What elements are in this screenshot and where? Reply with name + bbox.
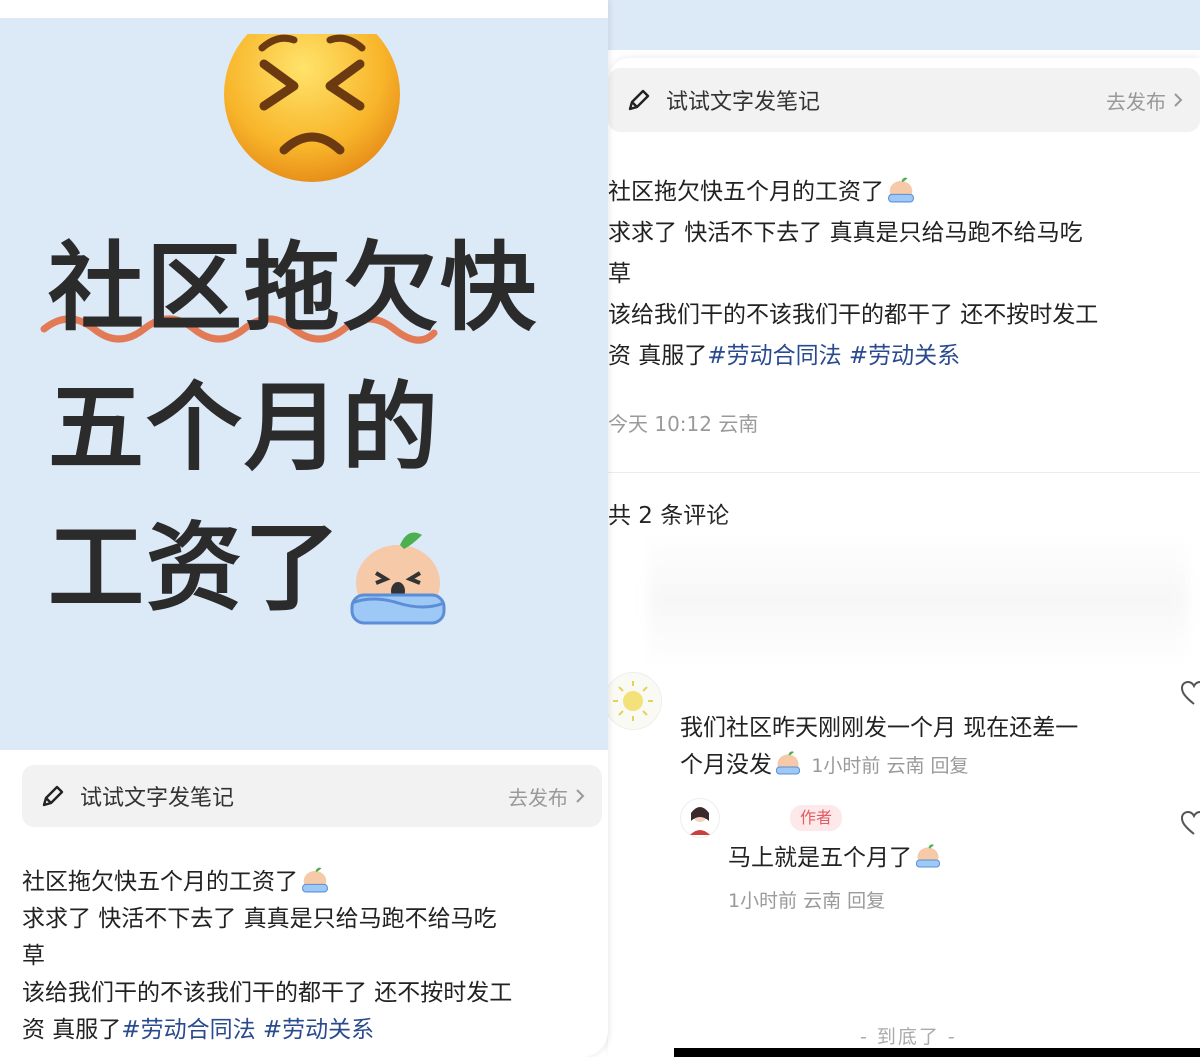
- author-badge: 作者: [790, 805, 843, 831]
- post-line-2: 求求了 快活不下去了 真真是只给马跑不给马吃: [608, 220, 1083, 246]
- bottom-edge: [674, 1048, 1200, 1057]
- crying-cartoon-icon: [916, 844, 940, 868]
- author-comment-body: 马上就是五个月了: [728, 840, 944, 877]
- crying-cartoon-icon: [888, 177, 914, 203]
- end-of-list-marker: - 到底了 -: [860, 1026, 957, 1048]
- persevering-face-icon: [224, 34, 400, 182]
- post-line-4: 该给我们干的不该我们干的都干了 还不按时发工: [608, 302, 1099, 328]
- post-line-1: 社区拖欠快五个月的工资了: [608, 179, 884, 205]
- chevron-right-icon: [576, 789, 585, 803]
- headline-line-1: 社区拖欠快: [48, 232, 538, 344]
- post-body: 社区拖欠快五个月的工资了 求求了 快活不下去了 真真是只给马跑不给马吃 草 该给…: [608, 172, 1098, 377]
- author-avatar[interactable]: [680, 798, 720, 838]
- hashtag-link[interactable]: #劳动关系: [849, 343, 960, 369]
- comment-meta[interactable]: 1小时前 云南 回复: [811, 755, 968, 777]
- left-screenshot-panel: 社区拖欠快 五个月的 工资了 试试文字发笔记 去发布 社区拖欠快五个月的工资了 …: [0, 0, 608, 1057]
- post-line-5: 资 真服了: [22, 1017, 122, 1043]
- author-comment-text: 马上就是五个月了: [728, 845, 912, 871]
- cover-image: 社区拖欠快 五个月的 工资了: [0, 18, 608, 750]
- comment-line-2-wrap: 个月没发 1小时前 云南 回复: [680, 747, 1078, 785]
- post-line-5: 资 真服了: [608, 343, 708, 369]
- cover-headline: 社区拖欠快 五个月的 工资了: [48, 218, 588, 638]
- post-line-1-wrap: 社区拖欠快五个月的工资了: [608, 172, 1098, 213]
- avatar[interactable]: [604, 672, 662, 730]
- note-prompt-label: 试试文字发笔记: [666, 90, 821, 115]
- crying-cartoon-icon: [776, 751, 800, 775]
- note-prompt-bar[interactable]: 试试文字发笔记 去发布: [608, 68, 1200, 132]
- sun-avatar-icon: [613, 681, 653, 721]
- publish-label: 去发布: [1106, 89, 1166, 114]
- post-line-2: 求求了 快活不下去了 真真是只给马跑不给马吃: [22, 906, 497, 932]
- publish-link[interactable]: 去发布: [508, 782, 586, 811]
- pencil-icon: [40, 783, 66, 809]
- top-bar: [0, 0, 608, 18]
- heart-icon[interactable]: [1180, 810, 1200, 838]
- post-line-3: 草: [22, 943, 45, 969]
- hashtag-link[interactable]: #劳动合同法: [121, 1017, 255, 1043]
- note-prompt-label: 试试文字发笔记: [80, 786, 235, 811]
- note-prompt-bar[interactable]: 试试文字发笔记 去发布: [22, 765, 602, 827]
- comment-line-1: 我们社区昨天刚刚发一个月 现在还差一: [680, 715, 1079, 741]
- cover-strip: [608, 0, 1200, 50]
- divider: [608, 472, 1200, 473]
- post-line-3: 草: [608, 261, 631, 287]
- pencil-icon: [626, 87, 652, 113]
- post-meta: 今天 10:12 云南: [608, 412, 759, 436]
- comment-line-2: 个月没发: [680, 752, 772, 778]
- chevron-right-icon: [1174, 93, 1183, 107]
- right-screenshot-panel: 试试文字发笔记 去发布 社区拖欠快五个月的工资了 求求了 快活不下去了 真真是只…: [604, 0, 1200, 1057]
- hashtag-link[interactable]: #劳动合同法: [707, 343, 841, 369]
- headline-line-3: 工资了: [48, 512, 342, 624]
- heart-icon[interactable]: [1180, 680, 1200, 708]
- headline-line-2: 五个月的: [48, 372, 440, 484]
- post-line-1: 社区拖欠快五个月的工资了: [22, 869, 298, 895]
- comment-count: 共 2 条评论: [608, 503, 730, 529]
- post-line-5-wrap: 资 真服了#劳动合同法 #劳动关系: [608, 336, 1098, 377]
- blurred-area: [648, 530, 1188, 670]
- headline-line-3-wrap: 工资了: [48, 498, 588, 638]
- post-line-5-wrap: 资 真服了#劳动合同法 #劳动关系: [22, 1012, 512, 1049]
- hashtag-link[interactable]: #劳动关系: [263, 1017, 374, 1043]
- crying-cartoon-icon: [302, 867, 328, 893]
- publish-link[interactable]: 去发布: [1106, 86, 1184, 115]
- publish-label: 去发布: [508, 785, 568, 810]
- comment-body: 我们社区昨天刚刚发一个月 现在还差一 个月没发 1小时前 云南 回复: [680, 710, 1078, 785]
- author-comment-meta[interactable]: 1小时前 云南 回复: [728, 886, 885, 913]
- person-avatar-icon: [690, 807, 710, 835]
- crying-cartoon-icon: [350, 532, 446, 625]
- post-line-4: 该给我们干的不该我们干的都干了 还不按时发工: [22, 980, 513, 1006]
- post-line-1-wrap: 社区拖欠快五个月的工资了: [22, 864, 512, 901]
- post-body: 社区拖欠快五个月的工资了 求求了 快活不下去了 真真是只给马跑不给马吃 草 该给…: [22, 864, 512, 1049]
